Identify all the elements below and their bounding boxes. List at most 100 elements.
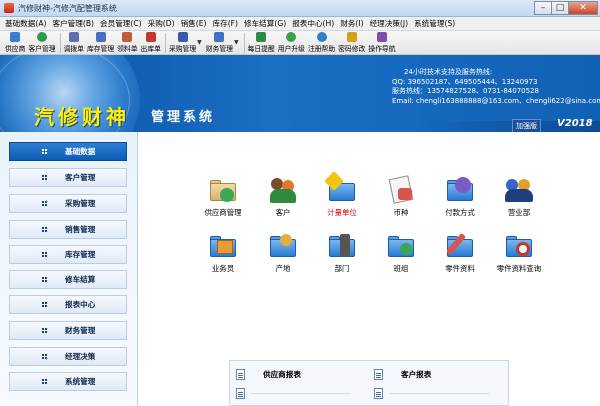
toolbar-label: 库存管理 [86,45,115,53]
help-icon [316,32,327,42]
sidebar-item-label: 基础数据 [65,147,96,156]
tile-label: 客户 [275,208,291,217]
menu-finance[interactable]: 财务(I) [337,18,366,29]
grid-icon [42,252,47,257]
tile-label: 零件资料查询 [496,264,542,273]
parts-data-tile[interactable]: 零件资料 [432,230,488,274]
document-icon [236,368,245,380]
team-icon [386,230,416,260]
sidebar-item-customer: 客户管理 [0,166,138,189]
document-icon [374,368,383,380]
supplier-report-link[interactable]: 供应商报表 [236,364,301,384]
sidebar-button[interactable]: 销售管理 [9,220,127,239]
window-title: 汽修财神-汽修汽配管理系统 [18,3,117,13]
contact-info: 24小时技术支持及服务热线: QQ: 396502187、649505444、1… [384,68,600,106]
origin-icon [268,230,298,260]
sidebar-button[interactable]: 经理决策 [9,347,127,366]
app-logo-icon [4,3,14,13]
chevron-down-icon[interactable]: ▼ [197,39,202,46]
grid-icon [42,227,47,232]
branch-icon [504,174,534,204]
customer-tile[interactable]: 客户 [255,174,311,218]
toolbar-separator [164,33,166,53]
finance-icon [214,32,225,42]
grid-icon [42,201,47,206]
payment-method-tile[interactable]: 付款方式 [432,174,488,218]
sidebar-button[interactable]: 报表中心 [9,295,127,314]
menu-purchase[interactable]: 采购(D) [145,18,178,29]
toolbar-label: 每日提醒 [247,45,275,53]
toolbar-upgrade-button[interactable]: 用户升级 [278,31,305,53]
toolbar-label: 出库单 [140,45,161,53]
toolbar-password-button[interactable]: 密码修改 [338,31,365,53]
toolbar-customer-button[interactable]: 客户管理 [28,31,56,53]
supplier-icon [10,32,21,42]
toolbar-purchase-button[interactable]: 采购管理 [169,31,196,53]
menu-sales[interactable]: 销售(E) [178,18,210,29]
app-brand-title: 汽修财神 [34,105,130,129]
chevron-down-icon[interactable]: ▼ [234,39,239,46]
toolbar-label: 注册帮助 [307,45,336,53]
sidebar-button[interactable]: 采购管理 [9,194,127,213]
toolbar-finance-button[interactable]: 财务管理 [206,31,233,53]
grid-icon [42,302,47,307]
key-icon [346,32,357,42]
sidebar-item-label: 报表中心 [65,300,96,309]
parts-search-tile[interactable]: 零件资料查询 [491,230,547,274]
sidebar-item-finance: 财务管理 [0,319,138,342]
currency-tile[interactable]: 币种 [373,174,429,218]
menu-basic-data[interactable]: 基础数据(A) [2,18,50,29]
sidebar-button[interactable]: 财务管理 [9,321,127,340]
sidebar-button[interactable]: 客户管理 [9,168,127,187]
outbound-icon [145,32,156,42]
navigate-icon [376,32,387,42]
toolbar-outbound-button[interactable]: 出库单 [141,31,161,53]
purchase-icon [177,32,188,42]
contact-header: 24小时技术支持及服务热线: [404,68,493,76]
menu-customer[interactable]: 客户管理(B) [50,18,98,29]
toolbar-reminder-button[interactable]: 每日提醒 [248,31,275,53]
sidebar-item-manager-decision: 经理决策 [0,345,138,368]
origin-tile[interactable]: 产地 [255,230,311,274]
menu-member[interactable]: 会员管理(C) [97,18,145,29]
sidebar-item-repair-settlement: 修车结算 [0,268,138,291]
toolbar-supplier-button[interactable]: 供应商 [5,31,25,53]
menu-repair-settlement[interactable]: 修车结算(G) [241,18,289,29]
unit-tile[interactable]: 计量单位 [314,171,370,218]
toolbar-navigate-button[interactable]: 操作导航 [368,31,396,53]
toolbar-label: 客户管理 [28,45,56,53]
sidebar-button[interactable]: 修车结算 [9,270,127,289]
sidebar-item-label: 客户管理 [65,173,96,182]
menu-report-center[interactable]: 报表中心(H) [289,18,337,29]
minimize-button[interactable]: – [534,1,552,15]
menu-manager-decision[interactable]: 经理决策(J) [367,18,412,29]
toolbar: 供应商 客户管理 调拨单 库存管理 领料单 出库单 采购管理 ▼ 财务管理 ▼ … [0,31,600,55]
menu-bar: 基础数据(A) 客户管理(B) 会员管理(C) 采购(D) 销售(E) 库存(F… [0,17,600,31]
grid-icon [42,149,47,154]
toolbar-transfer-button[interactable]: 调拨单 [64,31,84,53]
team-tile[interactable]: 班组 [373,230,429,274]
close-button[interactable]: ✕ [568,1,598,15]
toolbar-help-button[interactable]: 注册帮助 [308,31,335,53]
branch-tile[interactable]: 营业部 [491,174,547,218]
report-row-line [389,392,489,394]
menu-inventory[interactable]: 库存(F) [210,18,241,29]
toolbar-label: 密码修改 [338,45,366,53]
sidebar-item-label: 修车结算 [65,275,96,284]
menu-system[interactable]: 系统管理(S) [411,18,458,29]
customer-report-link[interactable]: 客户报表 [374,364,431,384]
maximize-button[interactable]: □ [551,1,569,15]
salesman-tile[interactable]: 业务员 [195,230,251,274]
sidebar-button[interactable]: 基础数据 [9,142,127,161]
sidebar-button[interactable]: 系统管理 [9,372,127,391]
sidebar-item-report-center: 报表中心 [0,293,138,316]
toolbar-pick-button[interactable]: 领料单 [117,31,138,53]
department-tile[interactable]: 部门 [314,230,370,274]
report-title: 客户报表 [401,369,432,379]
toolbar-inventory-button[interactable]: 库存管理 [87,31,114,53]
sidebar-button[interactable]: 库存管理 [9,245,127,264]
tile-label: 供应商管理 [204,208,242,217]
contact-qq: QQ: 396502187、649505444、13240973 [392,77,538,86]
report-title: 供应商报表 [263,369,301,379]
supplier-management-tile[interactable]: 供应商管理 [195,174,251,218]
